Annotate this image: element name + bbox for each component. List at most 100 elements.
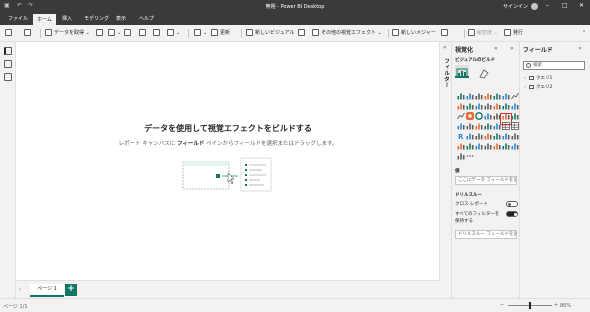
azure-map-icon[interactable]: [511, 105, 519, 120]
key-influencers-icon[interactable]: [475, 125, 483, 140]
matrix-icon[interactable]: [511, 115, 519, 130]
model-view-icon[interactable]: [4, 73, 12, 81]
maximize-icon[interactable]: □: [562, 2, 568, 9]
multi-card-icon[interactable]: [475, 115, 483, 130]
area-chart-icon[interactable]: [457, 95, 465, 110]
goals-icon[interactable]: [511, 135, 519, 150]
get-data-button[interactable]: データを取得 ⌄: [45, 28, 90, 38]
clustered-bar-icon[interactable]: [475, 85, 483, 100]
filled-map-icon[interactable]: [502, 105, 510, 120]
stacked-area-icon[interactable]: [466, 95, 474, 110]
expand-fields-icon[interactable]: »: [510, 45, 514, 52]
transform-data-button[interactable]: ⌄: [194, 28, 207, 38]
sensitivity-button[interactable]: 秘密度 ⌄: [468, 28, 498, 38]
line-cluster-icon[interactable]: [484, 95, 492, 110]
narrative-icon[interactable]: [502, 125, 510, 140]
100-bar-icon[interactable]: [493, 85, 501, 100]
shape-map-icon[interactable]: [484, 135, 492, 150]
cross-report-toggle[interactable]: [506, 201, 518, 207]
avatar[interactable]: [531, 3, 538, 10]
slicer-icon[interactable]: [493, 115, 501, 130]
keep-filters-toggle[interactable]: [506, 211, 518, 217]
recent-sources-button[interactable]: ⌄: [167, 28, 180, 38]
add-page-button[interactable]: +: [65, 284, 77, 296]
report-view-icon[interactable]: [4, 47, 12, 55]
report-canvas[interactable]: データを使用して視覚エフェクトをビルドする レポート キャンバスに フィールド …: [16, 42, 440, 280]
ribbon-chart-icon[interactable]: [493, 95, 501, 110]
paste-button[interactable]: [5, 28, 14, 38]
signin-link[interactable]: サインイン: [503, 3, 528, 10]
close-icon[interactable]: ✕: [579, 2, 584, 9]
drag-illustration: [182, 157, 272, 192]
power-apps-icon[interactable]: [466, 135, 474, 150]
drillthrough-well[interactable]: ドリルスルー フィールドを追加: [455, 230, 517, 239]
pie-icon[interactable]: [465, 105, 475, 121]
stacked-column-icon[interactable]: [466, 85, 474, 100]
arcgis-icon[interactable]: [457, 135, 465, 150]
funnel-icon[interactable]: [511, 95, 519, 110]
zoom-out-icon[interactable]: −: [500, 302, 504, 308]
more-visuals-icon[interactable]: [466, 145, 474, 157]
text-box-button[interactable]: [298, 28, 307, 38]
sql-button[interactable]: [124, 28, 133, 38]
line-column-icon[interactable]: [475, 95, 483, 110]
map-icon[interactable]: [493, 105, 501, 120]
power-automate-icon[interactable]: [475, 135, 483, 150]
treemap-icon[interactable]: [484, 105, 492, 120]
onelake-button[interactable]: ⌄: [108, 28, 121, 38]
zoom-slider-thumb[interactable]: [529, 302, 531, 309]
tab-view[interactable]: 表示: [116, 15, 126, 22]
build-visual-tab[interactable]: [455, 65, 469, 78]
dataverse-button[interactable]: [153, 28, 162, 38]
qa-icon[interactable]: [493, 125, 501, 140]
tab-help[interactable]: ヘルプ: [139, 15, 154, 22]
excel-button[interactable]: [96, 28, 105, 38]
tab-home[interactable]: ホーム: [33, 14, 56, 25]
stacked-bar-icon[interactable]: [457, 85, 465, 100]
100-column-icon[interactable]: [502, 85, 510, 100]
scatter-icon[interactable]: [457, 105, 465, 120]
gauge-icon[interactable]: [457, 115, 465, 130]
waterfall-icon[interactable]: [502, 95, 510, 110]
quick-measure-button[interactable]: [441, 28, 450, 38]
collapse-ribbon-button[interactable]: ⌃: [582, 28, 586, 38]
minimize-icon[interactable]: –: [546, 2, 549, 9]
button-slicer-icon[interactable]: [493, 135, 501, 150]
format-painter-button[interactable]: [24, 28, 33, 38]
line-chart-icon[interactable]: [511, 85, 519, 100]
enter-data-button[interactable]: [139, 28, 148, 38]
powerapps-extra-icon[interactable]: [457, 145, 465, 160]
clustered-column-icon[interactable]: [484, 85, 492, 100]
card-icon[interactable]: [466, 115, 474, 130]
tab-insert[interactable]: 挿入: [62, 15, 72, 22]
zoom-in-icon[interactable]: +: [554, 302, 558, 308]
fields-search-input[interactable]: 検索: [523, 61, 585, 70]
publish-button[interactable]: 発行: [504, 28, 523, 38]
collapse-fields-icon[interactable]: »: [578, 45, 582, 52]
python-visual-icon[interactable]: [466, 125, 474, 140]
field-table-item[interactable]: › クエリ2: [524, 84, 552, 90]
values-well[interactable]: ここにデータ フィールドを追加: [455, 176, 517, 185]
text-slicer-icon[interactable]: [502, 135, 510, 150]
r-visual-icon[interactable]: R: [457, 125, 465, 141]
decomposition-tree-icon[interactable]: [484, 125, 492, 140]
page-tab[interactable]: ページ 1: [30, 284, 64, 297]
collapse-viz-icon[interactable]: «: [494, 45, 498, 52]
prev-page-icon[interactable]: ‹: [19, 286, 21, 293]
filters-pane-collapsed[interactable]: « フィルター: [440, 42, 452, 298]
donut-icon[interactable]: [475, 105, 483, 120]
expand-filters-icon[interactable]: «: [443, 44, 447, 51]
format-visual-tab[interactable]: [477, 65, 491, 79]
new-measure-button[interactable]: 新しいメジャー: [392, 28, 436, 38]
new-visual-button[interactable]: 新しいビジュアル: [246, 28, 295, 38]
field-table-item[interactable]: › クエリ1: [524, 75, 552, 81]
refresh-button[interactable]: 更新: [211, 28, 230, 38]
kpi-icon[interactable]: [484, 115, 492, 130]
tab-file[interactable]: ファイル: [8, 15, 28, 22]
table-visual-icon[interactable]: [500, 113, 512, 130]
more-visuals-button[interactable]: その他の視覚エフェクト ⌄: [312, 28, 382, 38]
paginated-icon[interactable]: [511, 125, 519, 140]
table-view-icon[interactable]: [4, 60, 12, 68]
tab-modeling[interactable]: モデリング: [84, 15, 109, 22]
calculator-icon: [392, 29, 399, 36]
